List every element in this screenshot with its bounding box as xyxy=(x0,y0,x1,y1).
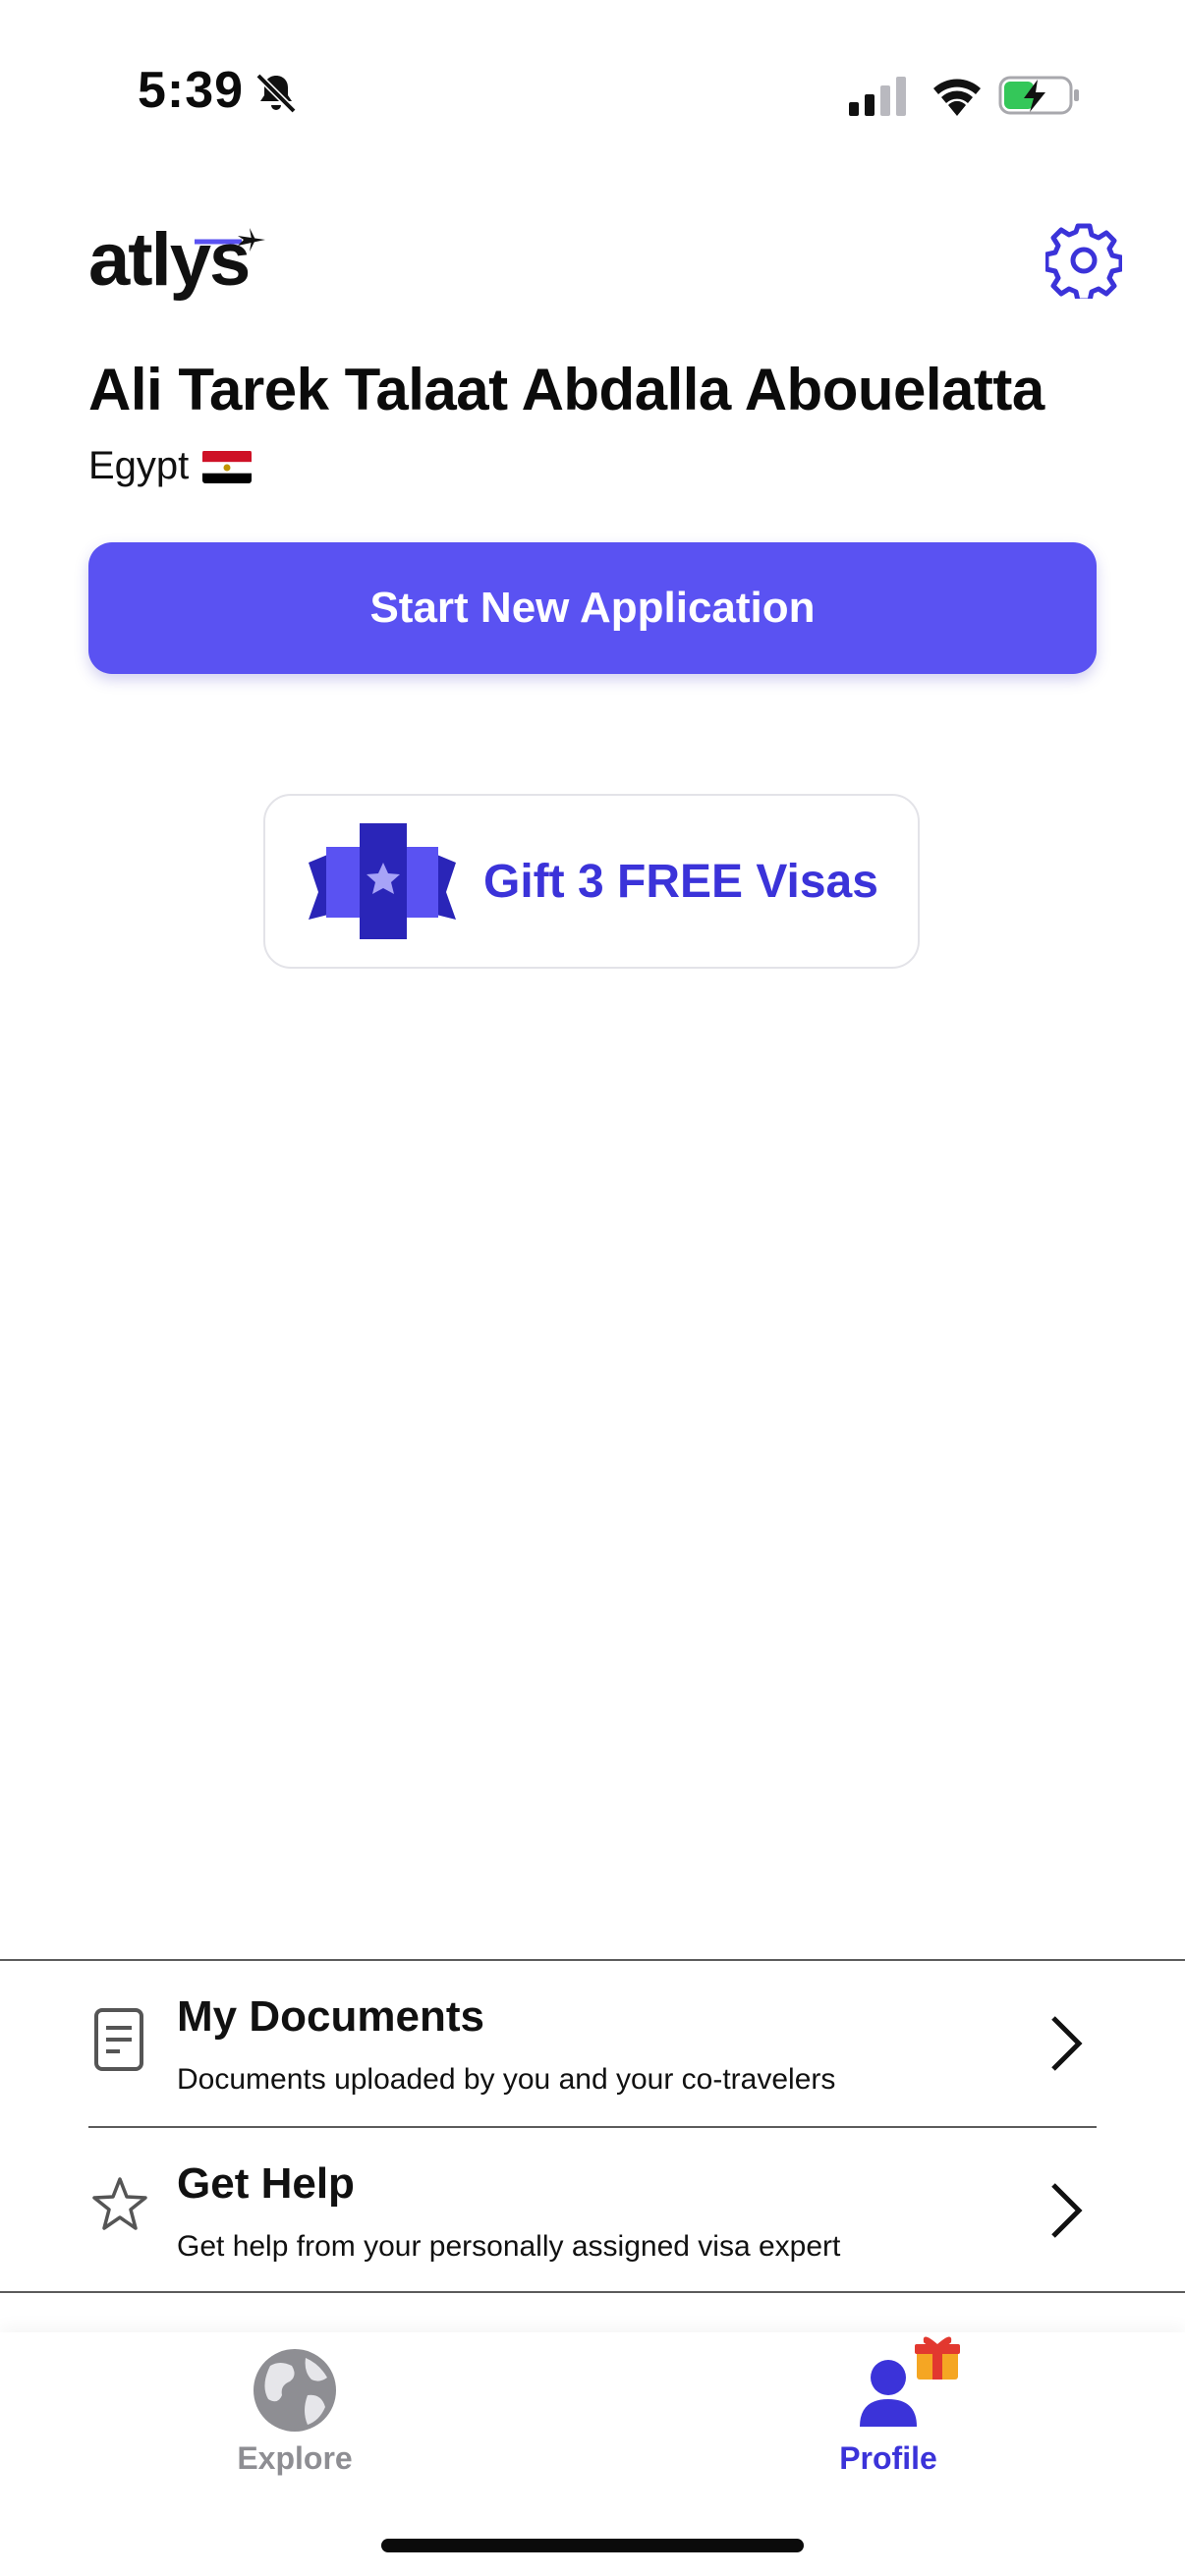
start-new-application-button[interactable]: Start New Application xyxy=(88,542,1097,674)
chevron-right-icon xyxy=(1051,2016,1083,2071)
gear-icon[interactable] xyxy=(1045,222,1122,299)
list-bottom-divider xyxy=(0,2291,1185,2293)
egypt-flag-icon xyxy=(202,450,253,483)
tab-label: Explore xyxy=(237,2440,353,2476)
status-time: 5:39 xyxy=(138,62,245,119)
row-subtitle: Get help from your personally assigned v… xyxy=(177,2230,841,2263)
home-indicator xyxy=(381,2539,804,2552)
get-help-row[interactable]: Get Help Get help from your personally a… xyxy=(88,2128,1097,2293)
gift-icon xyxy=(915,2336,960,2380)
tab-explore[interactable]: Explore xyxy=(147,2346,442,2493)
my-documents-row[interactable]: My Documents Documents uploaded by you a… xyxy=(88,1961,1097,2126)
bell-slash-icon xyxy=(255,73,297,114)
row-title: Get Help xyxy=(177,2159,355,2208)
battery-charging-icon xyxy=(998,76,1079,115)
signal-icon xyxy=(849,77,906,116)
user-full-name: Ali Tarek Talaat Abdalla Abouelatta xyxy=(88,357,1044,422)
tab-label: Profile xyxy=(839,2440,937,2476)
user-country: Egypt xyxy=(88,444,253,488)
row-title: My Documents xyxy=(177,1992,484,2041)
plane-icon xyxy=(195,228,265,252)
ticket-ribbon-icon xyxy=(309,823,456,939)
tab-profile[interactable]: Profile xyxy=(741,2336,1036,2493)
star-icon xyxy=(92,2177,147,2230)
globe-icon xyxy=(254,2349,336,2432)
chevron-right-icon xyxy=(1051,2183,1083,2238)
document-icon xyxy=(94,2008,143,2071)
row-subtitle: Documents uploaded by you and your co-tr… xyxy=(177,2063,836,2096)
atlys-logo: atlys xyxy=(88,218,265,303)
country-label: Egypt xyxy=(88,444,190,487)
wifi-icon xyxy=(933,79,981,116)
gift-label: Gift 3 FREE Visas xyxy=(483,855,878,908)
gift-free-visas-button[interactable]: Gift 3 FREE Visas xyxy=(263,794,920,969)
